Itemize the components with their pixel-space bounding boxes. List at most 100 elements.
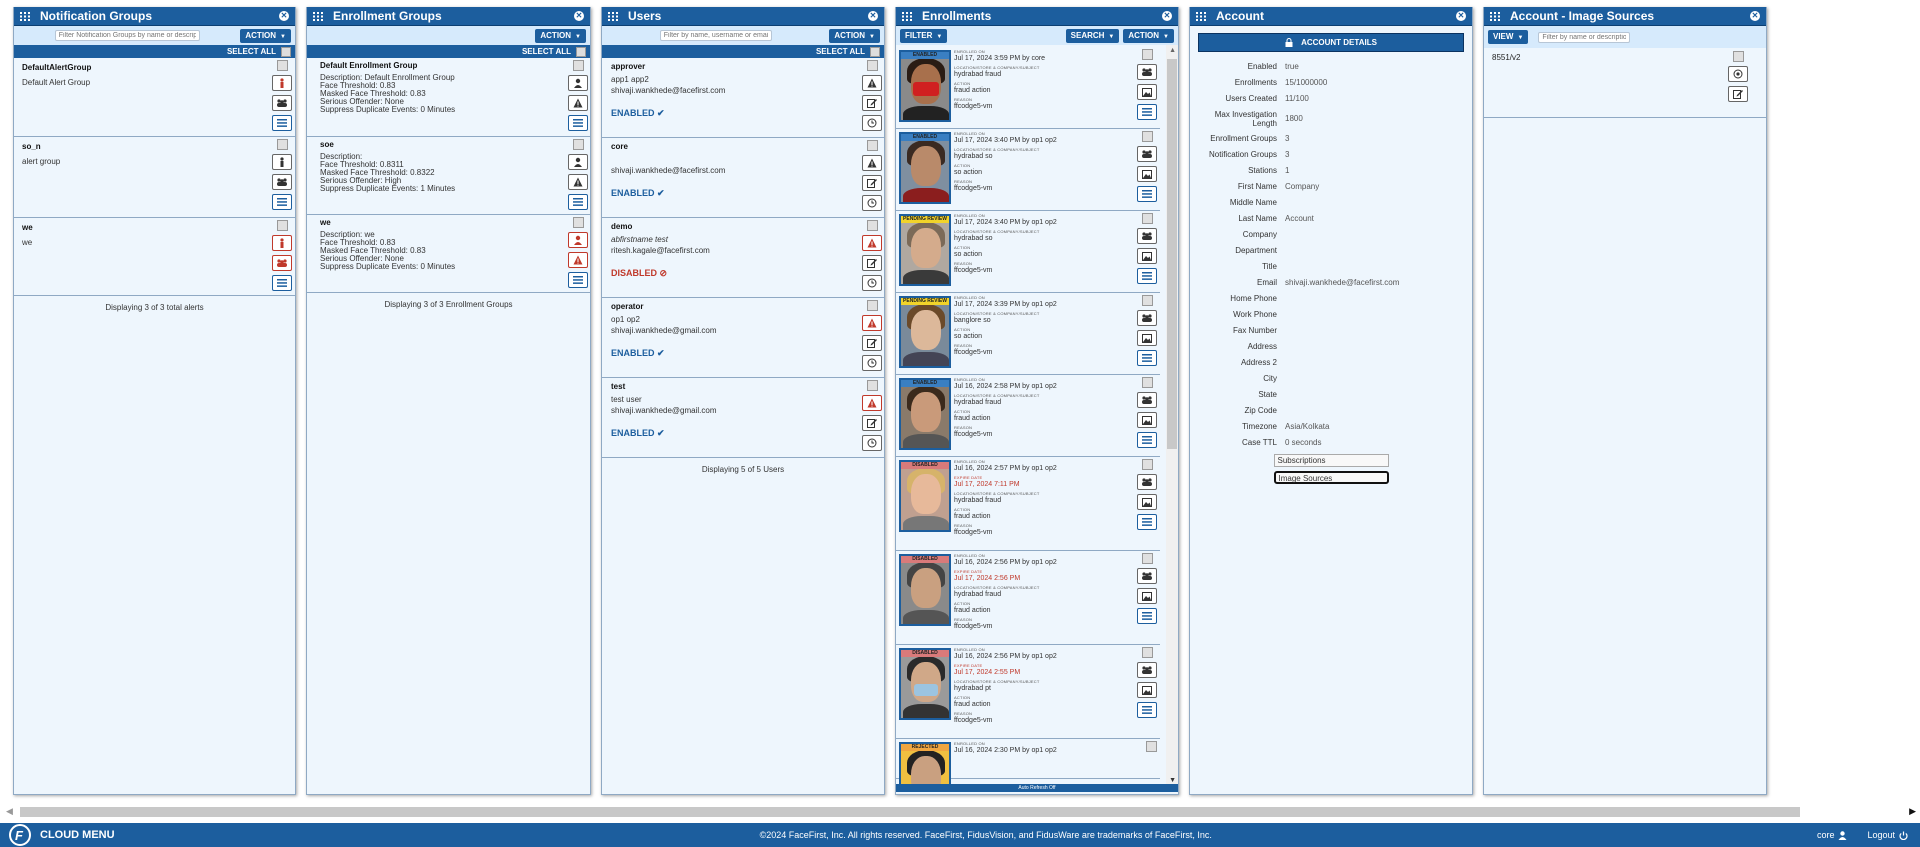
row-checkbox[interactable]	[866, 140, 878, 151]
row-checkbox[interactable]	[1141, 553, 1153, 564]
user-icon[interactable]	[568, 154, 588, 170]
enrollment-row[interactable]: DISABLED ENROLLED ON Jul 16, 2024 2:56 PM …	[896, 551, 1160, 645]
select-all-checkbox[interactable]	[281, 46, 291, 57]
grid-menu-icon[interactable]	[307, 11, 329, 21]
grid-menu-icon[interactable]	[1190, 11, 1212, 21]
image-icon[interactable]	[1137, 494, 1157, 510]
warning-icon[interactable]	[862, 155, 882, 171]
action-button[interactable]: ACTION ▼	[1123, 28, 1174, 43]
row-checkbox[interactable]	[1141, 295, 1153, 306]
list-item[interactable]: we Description: we Face Threshold: 0.83 …	[307, 215, 590, 293]
row-checkbox[interactable]	[572, 217, 584, 228]
image-icon[interactable]	[1137, 84, 1157, 100]
close-icon[interactable]: ✕	[868, 11, 878, 21]
row-checkbox[interactable]	[572, 60, 584, 71]
list-icon[interactable]	[272, 115, 292, 131]
filter-input[interactable]	[1538, 31, 1631, 43]
list-icon[interactable]	[568, 272, 588, 288]
group-icon[interactable]	[272, 174, 292, 190]
scrollbar-thumb[interactable]	[20, 807, 1800, 817]
person-icon[interactable]	[272, 75, 292, 91]
row-checkbox[interactable]	[1141, 49, 1153, 60]
row-checkbox[interactable]	[276, 139, 288, 150]
action-button[interactable]: ACTION ▼	[829, 28, 880, 43]
group-icon[interactable]	[1137, 474, 1157, 490]
action-button[interactable]: ACTION ▼	[535, 28, 586, 43]
row-checkbox[interactable]	[572, 139, 584, 150]
grid-menu-icon[interactable]	[1484, 11, 1506, 21]
list-icon[interactable]	[1137, 350, 1157, 366]
group-icon[interactable]	[1137, 310, 1157, 326]
edit-icon[interactable]	[862, 255, 882, 271]
target-icon[interactable]	[1728, 66, 1748, 82]
account-details-button[interactable]: ACCOUNT DETAILS	[1198, 33, 1464, 52]
filter-input[interactable]	[659, 30, 772, 41]
list-item[interactable]: we we	[14, 218, 295, 296]
row-checkbox[interactable]	[866, 220, 878, 231]
row-checkbox[interactable]	[1141, 213, 1153, 224]
close-icon[interactable]: ✕	[279, 11, 289, 21]
user-row[interactable]: demo abfirstname test ritesh.kagale@face…	[602, 218, 884, 298]
enrollment-row[interactable]: PENDING REVIEW ENROLLED ON Jul 17, 2024 3:…	[896, 211, 1160, 293]
auto-refresh-bar[interactable]: Auto Refresh Off	[896, 784, 1178, 792]
row-checkbox[interactable]	[866, 300, 878, 311]
list-item[interactable]: so_n alert group	[14, 137, 295, 218]
enrollment-row[interactable]: PENDING REVIEW ENROLLED ON Jul 17, 2024 3:…	[896, 293, 1160, 375]
row-checkbox[interactable]	[276, 60, 288, 71]
image-icon[interactable]	[1137, 682, 1157, 698]
close-icon[interactable]: ✕	[574, 11, 584, 21]
enrollment-photo[interactable]: ENABLED	[899, 132, 951, 204]
enrollment-photo[interactable]: DISABLED	[899, 460, 951, 532]
row-checkbox[interactable]	[1146, 741, 1157, 752]
row-checkbox[interactable]	[276, 220, 288, 231]
edit-icon[interactable]	[862, 95, 882, 111]
enrollment-photo[interactable]: DISABLED	[899, 554, 951, 626]
row-checkbox[interactable]	[1141, 647, 1153, 658]
enrollment-photo[interactable]: PENDING REVIEW	[899, 214, 951, 286]
scroll-down-icon[interactable]: ▼	[1169, 777, 1176, 784]
list-icon[interactable]	[1137, 702, 1157, 718]
image-source-row[interactable]: 8551/v2	[1484, 48, 1766, 118]
filter-button[interactable]: FILTER ▼	[900, 28, 948, 43]
person-icon[interactable]	[272, 154, 292, 170]
image-icon[interactable]	[1137, 166, 1157, 182]
row-checkbox[interactable]	[1732, 51, 1744, 62]
enrollment-photo[interactable]: PENDING REVIEW	[899, 296, 951, 368]
group-icon[interactable]	[1137, 146, 1157, 162]
warning-icon[interactable]	[862, 315, 882, 331]
group-icon[interactable]	[1137, 392, 1157, 408]
edit-icon[interactable]	[1728, 86, 1748, 102]
enrollment-photo[interactable]: ENABLED	[899, 378, 951, 450]
edit-icon[interactable]	[862, 335, 882, 351]
scroll-up-icon[interactable]: ▲	[1169, 47, 1176, 54]
user-menu[interactable]: core	[1817, 830, 1848, 840]
select-all-checkbox[interactable]	[870, 46, 880, 57]
list-item[interactable]: Default Enrollment Group Description: De…	[307, 58, 590, 137]
search-button[interactable]: SEARCH ▼	[1065, 28, 1120, 43]
user-row[interactable]: operator op1 op2 shivaji.wankhede@gmail.…	[602, 298, 884, 378]
list-item[interactable]: soe Description: Face Threshold: 0.8311 …	[307, 137, 590, 215]
scroll-right-icon[interactable]: ▶	[1909, 806, 1916, 817]
list-icon[interactable]	[272, 275, 292, 291]
group-icon[interactable]	[1137, 228, 1157, 244]
row-checkbox[interactable]	[1141, 131, 1153, 142]
image-sources-link[interactable]: Image Sources	[1273, 471, 1389, 484]
grid-menu-icon[interactable]	[896, 11, 918, 21]
list-icon[interactable]	[1137, 268, 1157, 284]
row-checkbox[interactable]	[1141, 377, 1153, 388]
scroll-left-icon[interactable]: ◀	[6, 806, 13, 817]
clock-icon[interactable]	[862, 195, 882, 211]
group-icon[interactable]	[272, 95, 292, 111]
enrollment-photo[interactable]: DISABLED	[899, 648, 951, 720]
cloud-menu-button[interactable]: CLOUD MENU	[40, 829, 115, 841]
enrollment-row[interactable]: ENABLED ENROLLED ON Jul 17, 2024 3:40 PM b…	[896, 129, 1160, 211]
warning-icon[interactable]	[862, 75, 882, 91]
close-icon[interactable]: ✕	[1456, 11, 1466, 21]
enrollment-row[interactable]: REJECTED ENROLLED ON Jul 16, 2024 2:30 PM …	[896, 739, 1160, 792]
view-button[interactable]: VIEW ▼	[1488, 30, 1529, 44]
warning-icon[interactable]	[862, 395, 882, 411]
group-icon[interactable]	[1137, 64, 1157, 80]
close-icon[interactable]: ✕	[1750, 11, 1760, 21]
horizontal-scrollbar[interactable]: ◀ ▶	[0, 805, 1920, 819]
user-icon[interactable]	[568, 75, 588, 91]
